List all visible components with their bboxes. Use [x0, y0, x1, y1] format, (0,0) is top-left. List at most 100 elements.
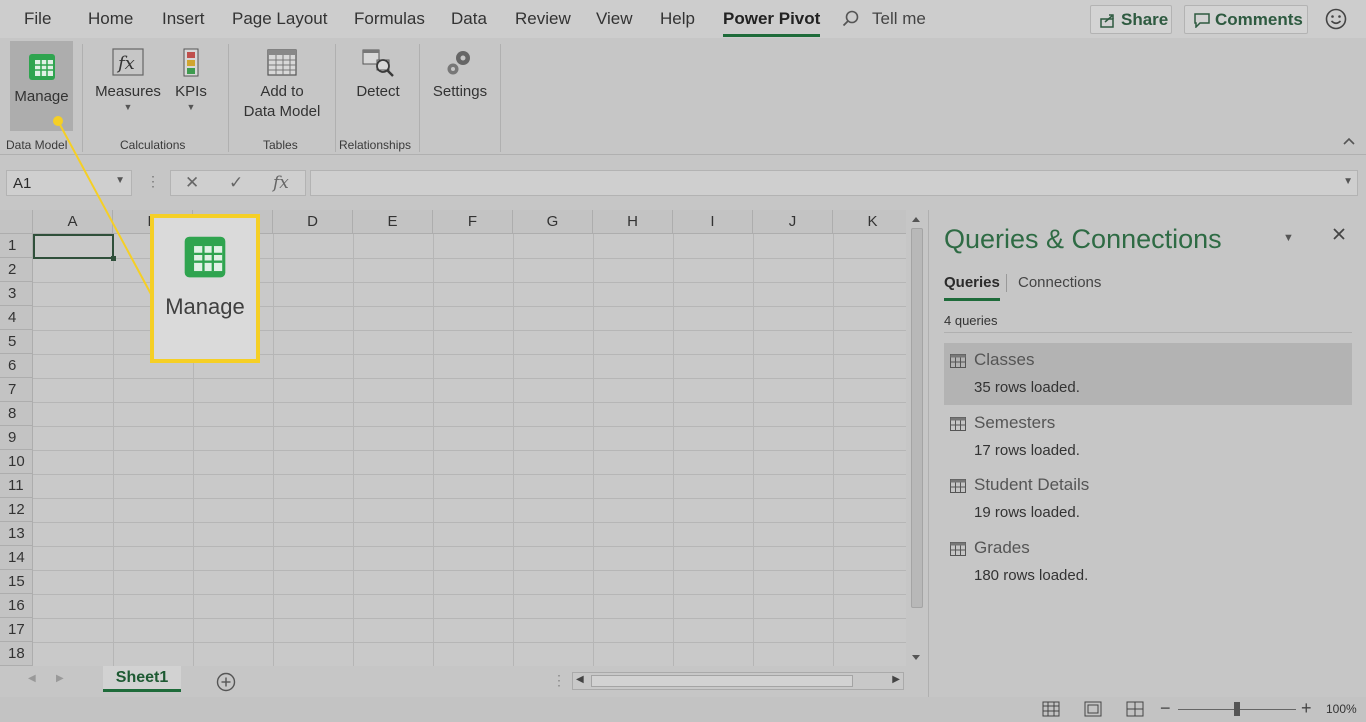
- select-all-corner[interactable]: [0, 210, 33, 234]
- grid-row-line: [33, 450, 906, 451]
- close-icon[interactable]: [1331, 226, 1347, 242]
- row-header[interactable]: 11: [0, 474, 33, 498]
- page-break-view-icon[interactable]: [1126, 701, 1144, 717]
- enter-icon[interactable]: ✓: [229, 173, 243, 193]
- tab-queries[interactable]: Queries: [944, 274, 1000, 301]
- formula-input[interactable]: ▼: [310, 170, 1358, 196]
- share-button[interactable]: Share: [1090, 5, 1172, 34]
- query-item[interactable]: Semesters 17 rows loaded.: [944, 406, 1352, 468]
- scroll-left-icon[interactable]: ◀: [576, 674, 584, 685]
- column-header[interactable]: D: [273, 210, 353, 234]
- detect-button[interactable]: Detect: [352, 48, 404, 102]
- name-box[interactable]: A1 ▼: [6, 170, 132, 196]
- splitter-grip-icon[interactable]: ⋮: [552, 672, 566, 689]
- cancel-icon[interactable]: ✕: [185, 173, 199, 193]
- column-header[interactable]: G: [513, 210, 593, 234]
- tab-review[interactable]: Review: [515, 9, 571, 29]
- horizontal-scrollbar[interactable]: ◀ ▶: [572, 672, 904, 690]
- prev-sheet-icon[interactable]: ◀: [28, 673, 36, 684]
- comment-icon: [1194, 13, 1210, 28]
- group-separator: [335, 44, 336, 152]
- scroll-down-icon[interactable]: [906, 650, 926, 666]
- insert-function-icon[interactable]: fx: [273, 173, 289, 193]
- row-header[interactable]: 16: [0, 594, 33, 618]
- vertical-scroll-thumb[interactable]: [911, 228, 923, 608]
- comments-label: Comments: [1215, 10, 1303, 29]
- normal-view-icon[interactable]: [1042, 701, 1060, 717]
- row-header[interactable]: 8: [0, 402, 33, 426]
- query-item[interactable]: Classes 35 rows loaded.: [944, 343, 1352, 405]
- group-separator: [82, 44, 83, 152]
- grid-row-line: [33, 402, 906, 403]
- column-header[interactable]: I: [673, 210, 753, 234]
- smiley-feedback-icon[interactable]: [1325, 8, 1347, 30]
- comments-button[interactable]: Comments: [1184, 5, 1308, 34]
- table-icon: [950, 354, 966, 368]
- add-to-label-line1: Add to: [260, 83, 304, 100]
- power-pivot-manage-icon: [28, 54, 55, 80]
- manage-button[interactable]: Manage: [10, 41, 73, 131]
- row-header[interactable]: 17: [0, 618, 33, 642]
- query-status: 180 rows loaded.: [974, 567, 1089, 584]
- tab-insert[interactable]: Insert: [162, 9, 205, 29]
- kpis-label: KPIs: [175, 83, 207, 100]
- tab-file[interactable]: File: [24, 9, 51, 29]
- tab-view[interactable]: View: [596, 9, 633, 29]
- row-header[interactable]: 4: [0, 306, 33, 330]
- row-header[interactable]: 13: [0, 522, 33, 546]
- collapse-ribbon-icon[interactable]: [1342, 136, 1356, 146]
- group-label-data-model: Data Model: [6, 138, 68, 152]
- measures-button[interactable]: fx Measures ▼: [94, 48, 162, 112]
- chevron-down-icon: ▼: [123, 102, 133, 112]
- row-header[interactable]: 5: [0, 330, 33, 354]
- horizontal-scroll-thumb[interactable]: [591, 675, 853, 687]
- settings-button[interactable]: Settings: [430, 48, 490, 102]
- active-cell-a1[interactable]: [33, 234, 116, 261]
- tab-power-pivot[interactable]: Power Pivot: [723, 9, 821, 37]
- row-header[interactable]: 14: [0, 546, 33, 570]
- grid-row-line: [33, 618, 906, 619]
- column-header[interactable]: F: [433, 210, 513, 234]
- column-header[interactable]: E: [353, 210, 433, 234]
- tab-help[interactable]: Help: [660, 9, 695, 29]
- tab-connections[interactable]: Connections: [1018, 274, 1101, 291]
- zoom-in-icon[interactable]: +: [1301, 698, 1312, 719]
- scroll-right-icon[interactable]: ▶: [892, 674, 900, 685]
- tab-formulas[interactable]: Formulas: [354, 9, 425, 29]
- group-separator: [419, 44, 420, 152]
- row-header[interactable]: 15: [0, 570, 33, 594]
- add-to-data-model-button[interactable]: Add to Data Model: [238, 48, 326, 122]
- row-header[interactable]: 10: [0, 450, 33, 474]
- kpis-button[interactable]: KPIs ▼: [172, 48, 210, 112]
- column-header[interactable]: J: [753, 210, 833, 234]
- row-header[interactable]: 1: [0, 234, 33, 258]
- row-header[interactable]: 3: [0, 282, 33, 306]
- scroll-up-icon[interactable]: [906, 212, 926, 228]
- grid-row-line: [33, 474, 906, 475]
- zoom-slider-thumb[interactable]: [1234, 702, 1240, 716]
- sheet-tab-sheet1[interactable]: Sheet1: [103, 666, 181, 692]
- tab-page-layout[interactable]: Page Layout: [232, 9, 327, 29]
- group-label-calculations: Calculations: [120, 138, 186, 152]
- zoom-level[interactable]: 100%: [1326, 702, 1357, 716]
- worksheet-grid[interactable]: ABCDEFGHIJK123456789101112131415161718: [0, 210, 906, 666]
- row-header[interactable]: 12: [0, 498, 33, 522]
- row-header[interactable]: 2: [0, 258, 33, 282]
- column-header[interactable]: H: [593, 210, 673, 234]
- row-header[interactable]: 18: [0, 642, 33, 666]
- query-item[interactable]: Grades 180 rows loaded.: [944, 531, 1352, 593]
- vertical-scrollbar[interactable]: [906, 210, 926, 666]
- column-header[interactable]: A: [33, 210, 113, 234]
- row-header[interactable]: 7: [0, 378, 33, 402]
- row-header[interactable]: 9: [0, 426, 33, 450]
- page-layout-view-icon[interactable]: [1084, 701, 1102, 717]
- pane-options-chevron-down-icon[interactable]: ▼: [1283, 232, 1294, 244]
- row-header[interactable]: 6: [0, 354, 33, 378]
- tab-data[interactable]: Data: [451, 9, 487, 29]
- add-sheet-icon[interactable]: [216, 672, 236, 692]
- column-header[interactable]: K: [833, 210, 906, 234]
- zoom-out-icon[interactable]: −: [1160, 698, 1171, 719]
- next-sheet-icon[interactable]: ▶: [56, 673, 64, 684]
- tab-home[interactable]: Home: [88, 9, 133, 29]
- query-item[interactable]: Student Details 19 rows loaded.: [944, 468, 1352, 530]
